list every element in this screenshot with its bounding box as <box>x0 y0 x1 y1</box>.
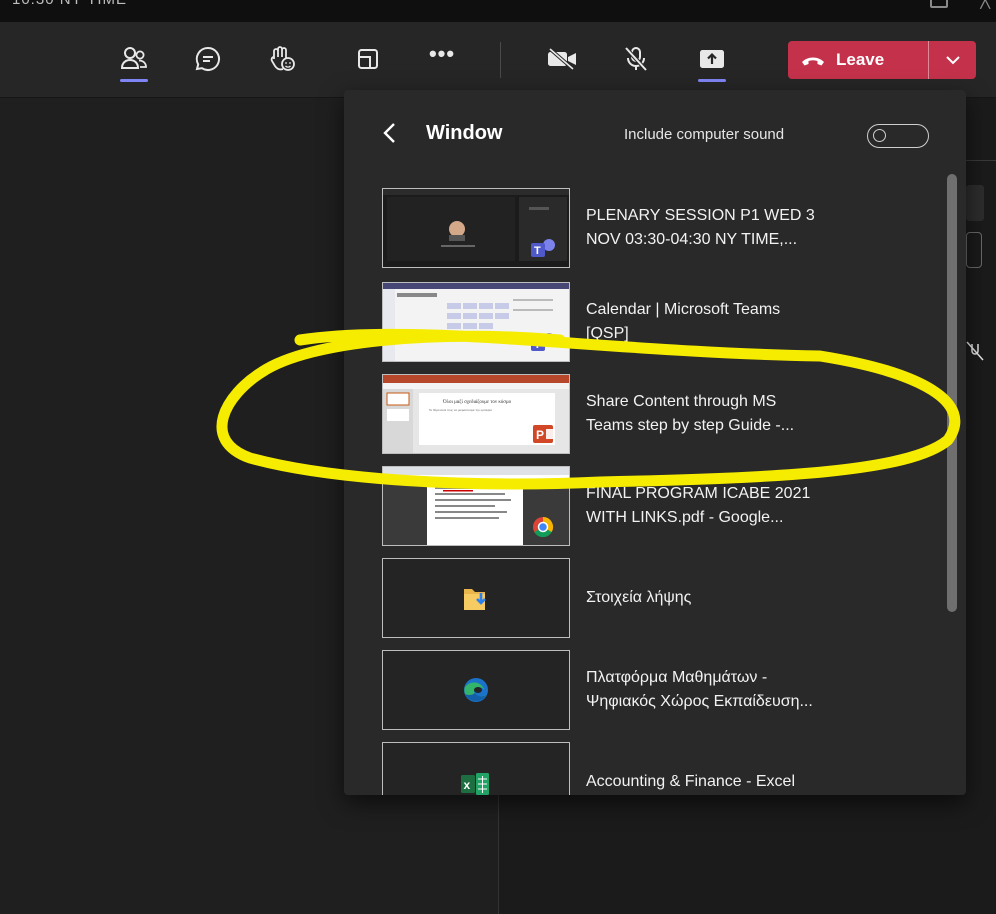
more-icon: ••• <box>428 41 456 66</box>
window-thumbnail: x <box>382 742 570 795</box>
window-title-line: [QSP] <box>586 325 629 342</box>
window-title-line: WITH LINKS.pdf - Google... <box>586 509 784 526</box>
window-item-learning-platform[interactable]: Πλατφόρμα Μαθημάτων - Ψηφιακός Χώρος Εκπα… <box>382 650 942 730</box>
window-item-downloads[interactable]: Στοιχεία λήψης <box>382 558 942 638</box>
window-title: Calendar | Microsoft Teams [QSP] <box>586 282 896 362</box>
teams-meeting-window: 10:30 NY TIME ╳ <box>0 0 996 914</box>
title-strip: 10:30 NY TIME ╳ <box>0 0 996 22</box>
back-button[interactable] <box>374 118 404 148</box>
window-title: Share Content through MS Teams step by st… <box>586 374 896 454</box>
window-thumbnail: T <box>382 282 570 362</box>
window-title-line: Πλατφόρμα Μαθημάτων - <box>586 669 768 686</box>
window-item-calendar[interactable]: T Calendar | Microsoft Teams [QSP] <box>382 282 942 362</box>
side-pane-divider <box>966 160 996 161</box>
window-item-accounting-excel[interactable]: x Accounting & Finance - Excel <box>382 742 942 795</box>
side-pane-input[interactable] <box>966 232 982 268</box>
chat-button[interactable] <box>186 36 230 82</box>
window-thumbnail: T <box>382 188 570 268</box>
window-title: Στοιχεία λήψης <box>586 558 896 638</box>
svg-text:T: T <box>534 339 541 351</box>
camera-off-icon <box>548 47 576 71</box>
popout-icon[interactable] <box>930 0 948 8</box>
participants-button[interactable] <box>112 36 156 82</box>
window-title-line: Share Content through MS <box>586 393 777 410</box>
window-list: T PLENARY SESSION P1 WED 3 NOV 03:30-04:3… <box>344 176 944 795</box>
window-thumbnail <box>382 558 570 638</box>
window-list-scrollbar[interactable] <box>947 174 957 612</box>
window-thumbnail <box>382 650 570 730</box>
raise-hand-button[interactable] <box>260 36 304 82</box>
mic-off-icon <box>966 341 984 361</box>
folder-download-icon <box>464 589 486 610</box>
leave-options-button[interactable] <box>929 41 976 79</box>
window-title-line: Accounting & Finance - Excel <box>586 773 795 790</box>
window-title: PLENARY SESSION P1 WED 3 NOV 03:30-04:30 … <box>586 188 896 268</box>
leave-label: Leave <box>836 50 885 69</box>
window-title: FINAL PROGRAM ICABE 2021 WITH LINKS.pdf -… <box>586 466 896 546</box>
window-thumbnail <box>382 466 570 546</box>
share-tray-button[interactable] <box>690 36 734 82</box>
window-title-line: NOV 03:30-04:30 NY TIME,... <box>586 231 798 248</box>
chat-icon <box>195 46 220 71</box>
edge-icon <box>464 678 488 702</box>
window-title-line: PLENARY SESSION P1 WED 3 <box>586 207 815 224</box>
window-title-line: Teams step by step Guide -... <box>586 417 795 434</box>
svg-text:T: T <box>534 245 541 257</box>
flyout-title: Window <box>426 122 503 144</box>
share-content-flyout: Window Include computer sound T PLENARY … <box>344 90 966 795</box>
toggle-knob <box>873 129 886 142</box>
window-item-plenary-session[interactable]: T PLENARY SESSION P1 WED 3 NOV 03:30-04:3… <box>382 188 942 268</box>
rooms-button[interactable] <box>346 36 390 82</box>
chevron-left-icon <box>383 123 395 143</box>
leave-split-button: Leave <box>788 41 976 79</box>
window-title: Πλατφόρμα Μαθημάτων - Ψηφιακός Χώρος Εκπα… <box>586 650 896 730</box>
mic-off-icon <box>624 46 648 72</box>
flyout-header: Window Include computer sound <box>344 90 966 176</box>
share-tray-icon <box>700 50 724 68</box>
more-actions-button[interactable]: ••• <box>420 36 464 82</box>
window-title-line: Calendar | Microsoft Teams <box>586 301 781 318</box>
meeting-control-bar: ••• Leave <box>0 22 996 98</box>
svg-text:x: x <box>464 778 471 792</box>
include-sound-toggle[interactable] <box>867 124 929 148</box>
window-title-line: Στοιχεία λήψης <box>586 589 692 606</box>
participants-icon <box>120 47 147 69</box>
title-strip-text: 10:30 NY TIME <box>12 0 127 8</box>
leave-button[interactable]: Leave <box>788 41 928 79</box>
thumbnail-text: Το θέμα είναι πώς να μοιραστούμε την εμπ… <box>429 408 492 412</box>
thumbnail-text: Όλοι μαζί σχεδιάζουμε τον κόσμο <box>442 399 512 405</box>
rooms-icon <box>358 49 378 69</box>
camera-button[interactable] <box>540 36 584 82</box>
chevron-down-icon <box>945 56 960 65</box>
window-title-line: Ψηφιακός Χώρος Εκπαίδευση... <box>586 693 813 710</box>
mic-button[interactable] <box>614 36 658 82</box>
window-title: Accounting & Finance - Excel <box>586 742 896 795</box>
window-title-line: FINAL PROGRAM ICABE 2021 <box>586 485 811 502</box>
svg-text:P: P <box>536 428 544 442</box>
window-item-powerpoint-guide[interactable]: Όλοι μαζί σχεδιάζουμε τον κόσμο Το θέμα … <box>382 374 942 454</box>
excel-icon: x <box>461 773 489 795</box>
close-icon[interactable]: ╳ <box>980 0 990 10</box>
side-pane-element <box>966 185 984 221</box>
divider <box>500 42 501 78</box>
include-sound-label: Include computer sound <box>624 126 785 143</box>
window-item-final-program-pdf[interactable]: FINAL PROGRAM ICABE 2021 WITH LINKS.pdf -… <box>382 466 942 546</box>
window-thumbnail: Όλοι μαζί σχεδιάζουμε τον κόσμο Το θέμα … <box>382 374 570 454</box>
hang-up-icon <box>802 57 824 66</box>
raise-hand-icon <box>270 46 295 71</box>
